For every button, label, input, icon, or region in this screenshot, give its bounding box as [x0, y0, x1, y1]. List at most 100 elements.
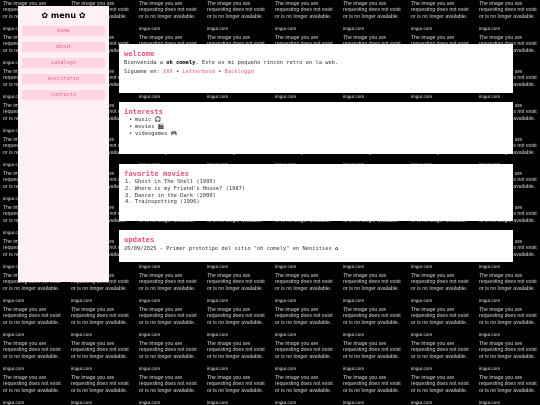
- broken-image-tile: The image you are requesting does not ex…: [0, 374, 68, 405]
- imgur-logo: imgur.com: [343, 264, 365, 269]
- interests-box: interests music 🎧 movies 🎬 videogames 🎮: [119, 102, 513, 154]
- updates-title: updates: [124, 235, 155, 244]
- nav-item-about[interactable]: about: [22, 42, 105, 52]
- nav-item-contacto[interactable]: contacto: [22, 90, 105, 100]
- imgur-logo: imgur.com: [71, 298, 93, 303]
- broken-image-message: The image you are requesting does not ex…: [411, 341, 469, 360]
- broken-image-tile: The image you are requesting does not ex…: [136, 0, 204, 34]
- imgur-logo: imgur.com: [411, 366, 433, 371]
- imgur-logo: imgur.com: [3, 400, 25, 405]
- broken-image-message: The image you are requesting does not ex…: [275, 273, 333, 292]
- broken-image-tile: The image you are requesting does not ex…: [136, 374, 204, 405]
- broken-image-tile: The image you are requesting does not ex…: [272, 374, 340, 405]
- imgur-logo: imgur.com: [479, 94, 501, 99]
- imgur-logo: imgur.com: [275, 94, 297, 99]
- broken-image-message: The image you are requesting does not ex…: [139, 307, 197, 326]
- broken-image-message: The image you are requesting does not ex…: [139, 375, 197, 394]
- link-backloggd[interactable]: Backloggd: [225, 69, 254, 75]
- welcome-box: welcome Bienvenida a oh comely. Este es …: [119, 44, 513, 93]
- imgur-logo: imgur.com: [479, 298, 501, 303]
- list-item: music 🎧: [135, 117, 513, 124]
- list-item: videogames 🎮: [135, 131, 513, 138]
- imgur-logo: imgur.com: [275, 264, 297, 269]
- imgur-logo: imgur.com: [275, 332, 297, 337]
- imgur-logo: imgur.com: [139, 94, 161, 99]
- broken-image-message: The image you are requesting does not ex…: [479, 375, 537, 394]
- imgur-logo: imgur.com: [411, 264, 433, 269]
- imgur-logo: imgur.com: [343, 366, 365, 371]
- imgur-logo: imgur.com: [411, 94, 433, 99]
- broken-image-tile: The image you are requesting does not ex…: [204, 272, 272, 306]
- broken-image-tile: The image you are requesting does not ex…: [0, 340, 68, 374]
- welcome-title: welcome: [124, 49, 155, 58]
- imgur-logo: imgur.com: [139, 264, 161, 269]
- broken-image-message: The image you are requesting does not ex…: [343, 375, 401, 394]
- imgur-logo: imgur.com: [479, 332, 501, 337]
- broken-image-message: The image you are requesting does not ex…: [3, 307, 61, 326]
- broken-image-tile: The image you are requesting does not ex…: [272, 340, 340, 374]
- imgur-logo: imgur.com: [343, 26, 365, 31]
- broken-image-tile: The image you are requesting does not ex…: [136, 340, 204, 374]
- broken-image-tile: The image you are requesting does not ex…: [408, 374, 476, 405]
- link-letterboxd[interactable]: Letterboxd: [182, 69, 214, 75]
- broken-image-tile: The image you are requesting does not ex…: [408, 0, 476, 34]
- list-item: 3. Dancer in the Dark (2000): [125, 192, 216, 199]
- broken-image-tile: The image you are requesting does not ex…: [476, 340, 540, 374]
- nav-item-escritorio[interactable]: escritorio: [22, 74, 105, 84]
- broken-image-tile: The image you are requesting does not ex…: [408, 272, 476, 306]
- broken-image-message: The image you are requesting does not ex…: [411, 375, 469, 394]
- broken-image-message: The image you are requesting does not ex…: [411, 307, 469, 326]
- imgur-logo: imgur.com: [411, 26, 433, 31]
- broken-image-message: The image you are requesting does not ex…: [343, 307, 401, 326]
- broken-image-tile: The image you are requesting does not ex…: [68, 374, 136, 405]
- nav-item-home[interactable]: home: [22, 26, 105, 36]
- list-item: 1. Ghost in The Shell (1995): [125, 179, 216, 185]
- broken-image-tile: The image you are requesting does not ex…: [0, 306, 68, 340]
- imgur-logo: imgur.com: [275, 298, 297, 303]
- link-xxx[interactable]: XXX: [163, 69, 173, 75]
- welcome-text-prefix: Bienvenida a: [124, 60, 167, 66]
- imgur-logo: imgur.com: [139, 400, 161, 405]
- imgur-logo: imgur.com: [71, 332, 93, 337]
- nav-list: home about catálogo escritorio contacto: [18, 26, 109, 100]
- imgur-logo: imgur.com: [275, 366, 297, 371]
- imgur-logo: imgur.com: [207, 298, 229, 303]
- broken-image-message: The image you are requesting does not ex…: [3, 375, 61, 394]
- broken-image-tile: The image you are requesting does not ex…: [272, 0, 340, 34]
- broken-image-tile: The image you are requesting does not ex…: [204, 374, 272, 405]
- broken-image-tile: The image you are requesting does not ex…: [340, 340, 408, 374]
- broken-image-tile: The image you are requesting does not ex…: [204, 306, 272, 340]
- broken-image-message: The image you are requesting does not ex…: [3, 341, 61, 360]
- broken-image-tile: The image you are requesting does not ex…: [136, 272, 204, 306]
- broken-image-message: The image you are requesting does not ex…: [139, 341, 197, 360]
- imgur-logo: imgur.com: [139, 26, 161, 31]
- broken-image-message: The image you are requesting does not ex…: [479, 273, 537, 292]
- separator: •: [214, 69, 225, 75]
- broken-image-message: The image you are requesting does not ex…: [479, 1, 537, 20]
- broken-image-message: The image you are requesting does not ex…: [343, 341, 401, 360]
- broken-image-message: The image you are requesting does not ex…: [479, 341, 537, 360]
- broken-image-message: The image you are requesting does not ex…: [343, 273, 401, 292]
- broken-image-message: The image you are requesting does not ex…: [343, 1, 401, 20]
- broken-image-tile: The image you are requesting does not ex…: [340, 374, 408, 405]
- broken-image-message: The image you are requesting does not ex…: [275, 341, 333, 360]
- broken-image-message: The image you are requesting does not ex…: [207, 1, 265, 20]
- imgur-logo: imgur.com: [479, 264, 501, 269]
- update-entry: 26/09/2025 - Primer prototipo del sitio …: [124, 246, 339, 252]
- broken-image-tile: The image you are requesting does not ex…: [476, 374, 540, 405]
- separator: •: [172, 69, 183, 75]
- imgur-logo: imgur.com: [3, 366, 25, 371]
- broken-image-message: The image you are requesting does not ex…: [275, 375, 333, 394]
- imgur-logo: imgur.com: [275, 400, 297, 405]
- menu-title: ✿ menu ✿: [41, 11, 86, 20]
- broken-image-tile: The image you are requesting does not ex…: [272, 306, 340, 340]
- movies-list: 1. Ghost in The Shell (1995) 2. Where is…: [119, 179, 513, 206]
- interests-title: interests: [124, 107, 163, 116]
- imgur-logo: imgur.com: [343, 94, 365, 99]
- broken-image-tile: The image you are requesting does not ex…: [340, 0, 408, 34]
- broken-image-tile: The image you are requesting does not ex…: [272, 272, 340, 306]
- imgur-logo: imgur.com: [411, 400, 433, 405]
- nav-item-catalogo[interactable]: catálogo: [22, 58, 105, 68]
- imgur-logo: imgur.com: [207, 332, 229, 337]
- broken-image-message: The image you are requesting does not ex…: [139, 273, 197, 292]
